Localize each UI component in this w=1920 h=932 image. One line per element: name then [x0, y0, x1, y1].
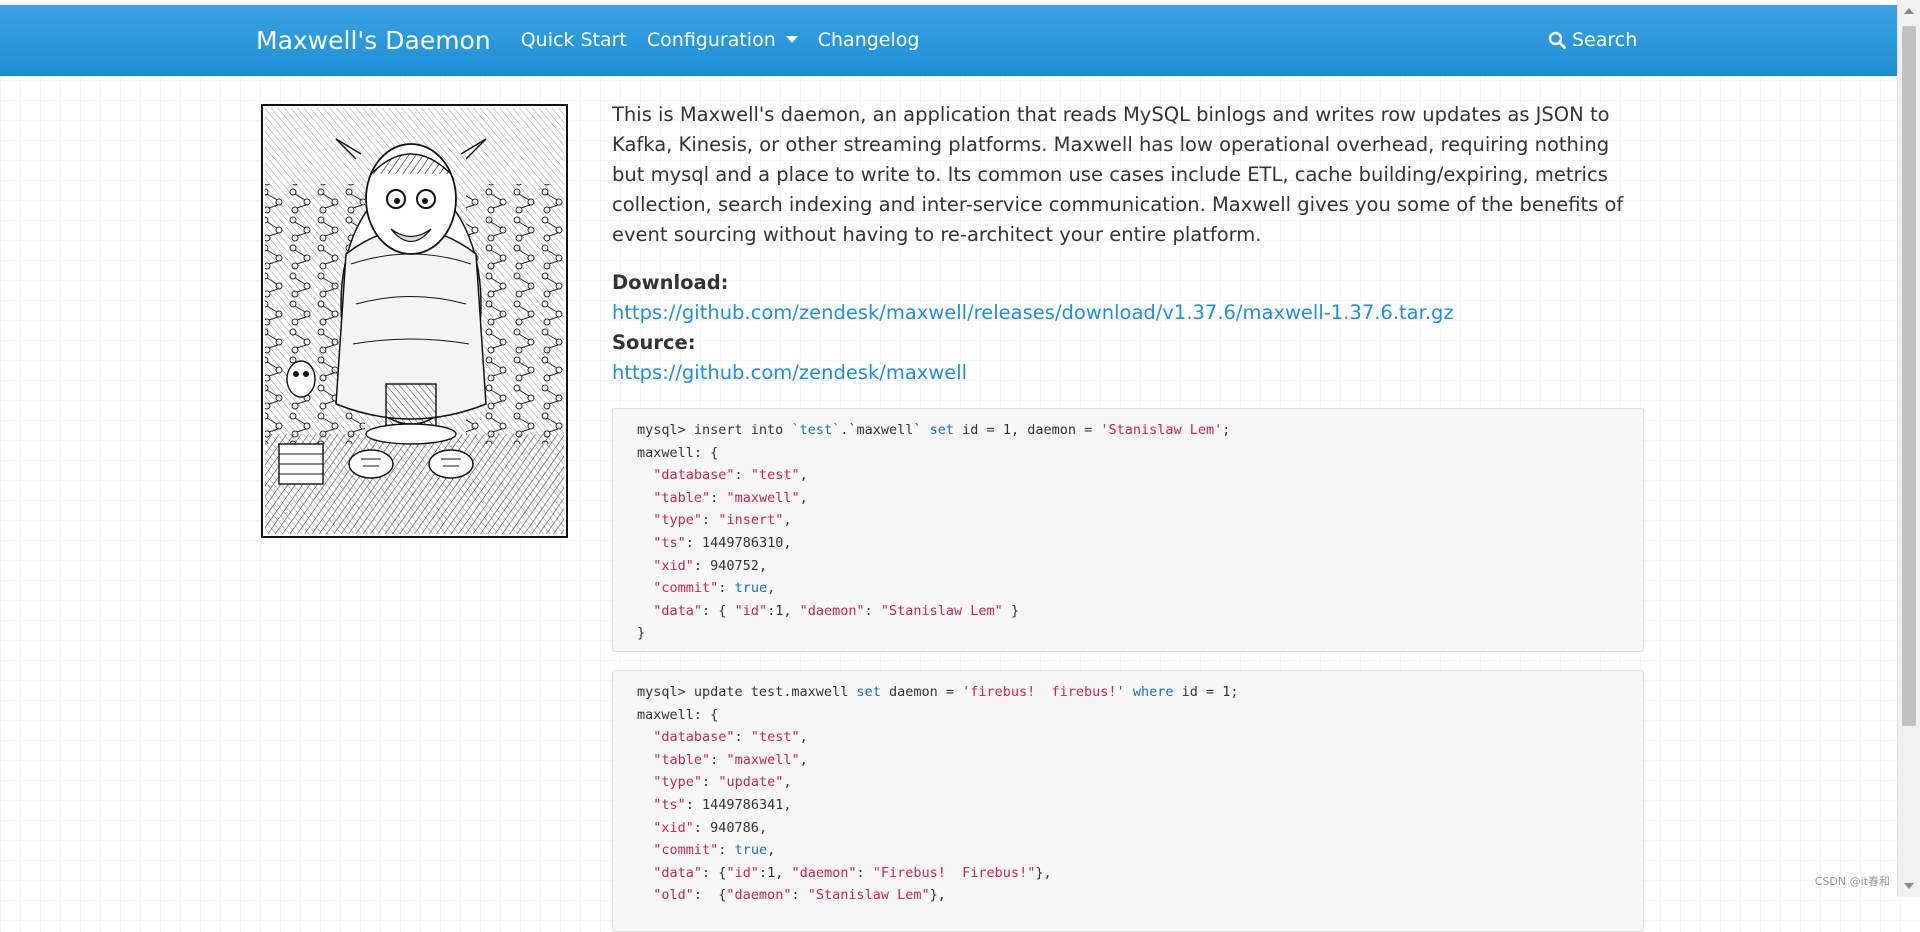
code-line: maxwell: {	[637, 706, 719, 723]
watermark: CSDN @it春和	[1814, 875, 1890, 888]
code-line: mysql> update test.maxwell set daemon = …	[637, 684, 1239, 700]
code-line: "table": "maxwell",	[653, 489, 808, 506]
code-line: "xid": 940786,	[653, 819, 768, 836]
code-block-update: mysql> update test.maxwell set daemon = …	[612, 670, 1644, 932]
code-line: mysql> insert into `test`.`maxwell` set …	[637, 422, 1231, 438]
code-block-insert: mysql> insert into `test`.`maxwell` set …	[612, 408, 1644, 652]
daemon-illustration	[261, 104, 568, 538]
code-line: "database": "test",	[653, 729, 808, 746]
nav-configuration[interactable]: Configuration	[647, 29, 798, 51]
source-link[interactable]: https://github.com/zendesk/maxwell	[612, 358, 1644, 388]
search-button[interactable]: Search	[1548, 5, 1637, 75]
navbar: Maxwell's Daemon Quick Start Configurati…	[0, 5, 1898, 76]
main-content: This is Maxwell's daemon, an application…	[612, 100, 1644, 932]
scroll-down-icon[interactable]	[1904, 883, 1914, 889]
code-line: "xid": 940752,	[653, 557, 768, 574]
code-line: "data": {"id":1, "daemon": "Firebus! Fir…	[653, 864, 1052, 881]
download-link[interactable]: https://github.com/zendesk/maxwell/relea…	[612, 298, 1644, 328]
nav-configuration-label: Configuration	[646, 29, 776, 51]
nav-inner: Maxwell's Daemon Quick Start Configurati…	[256, 5, 939, 75]
code-line: }	[637, 625, 646, 642]
brand-link[interactable]: Maxwell's Daemon	[256, 26, 491, 55]
search-label: Search	[1572, 29, 1638, 51]
code-line: "database": "test",	[653, 467, 808, 484]
code-line: "ts": 1449786341,	[653, 796, 792, 813]
code-line: "data": { "id":1, "daemon": "Stanislaw L…	[653, 602, 1020, 619]
code-line: "type": "update",	[653, 774, 792, 791]
code-line: maxwell: {	[637, 444, 719, 461]
code-line: "type": "insert",	[653, 512, 792, 529]
source-heading: Source:	[612, 331, 696, 354]
download-heading: Download:	[612, 271, 729, 294]
code-line: "ts": 1449786310,	[653, 534, 792, 551]
intro-paragraph: This is Maxwell's daemon, an application…	[612, 103, 1624, 246]
code-line: "commit": true,	[653, 842, 776, 859]
nav-changelog[interactable]: Changelog	[818, 29, 920, 51]
vertical-scrollbar[interactable]	[1897, 0, 1920, 897]
code-line: "commit": true,	[653, 580, 776, 597]
code-line: "table": "maxwell",	[653, 751, 808, 768]
caret-down-icon	[785, 36, 798, 43]
code-line: "old": {"daemon": "Stanislaw Lem"},	[653, 887, 946, 904]
search-icon	[1548, 31, 1566, 49]
scroll-thumb[interactable]	[1902, 26, 1916, 726]
scroll-up-icon[interactable]	[1904, 8, 1914, 14]
nav-quick-start[interactable]: Quick Start	[521, 29, 627, 51]
